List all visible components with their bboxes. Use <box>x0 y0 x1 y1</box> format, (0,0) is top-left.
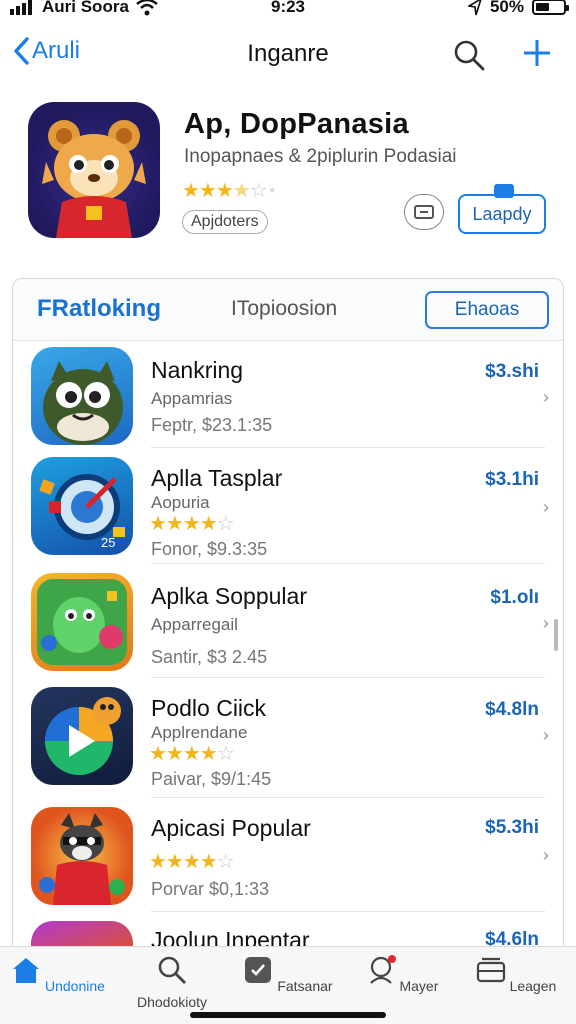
chevron-right-icon: › <box>543 845 549 865</box>
app-meta: Porvar $0,1:33 <box>151 879 270 899</box>
divider <box>151 563 545 564</box>
tab-profile[interactable]: Mayer <box>352 955 452 994</box>
app-price[interactable]: $3.1hi <box>485 469 539 491</box>
status-bar: Auri Soora 9:23 50% <box>0 0 576 20</box>
featured-app-icon[interactable] <box>28 102 160 238</box>
tab-library[interactable]: Leagen <box>466 955 566 994</box>
tab-label: Fatsanar <box>277 978 333 994</box>
app-meta: Paivar, $9/1:45 <box>151 769 272 789</box>
app-name: Aplka Soppular <box>151 583 307 609</box>
get-button-label: Laapdy <box>472 204 532 224</box>
notification-badge <box>494 184 514 198</box>
home-indicator[interactable] <box>190 1012 386 1018</box>
featured-app-subtitle: Inopapnaes & 2piplurin Podasiai <box>184 146 457 167</box>
location-icon <box>467 0 482 16</box>
app-icon-play <box>31 687 133 785</box>
add-icon[interactable] <box>520 36 554 70</box>
app-rating-stars: ★★★★☆ <box>149 513 235 535</box>
tab-label: Dhodokioty <box>136 994 208 1010</box>
app-name: Apicasi Popular <box>151 815 311 841</box>
app-price[interactable]: $1.olı <box>490 587 539 609</box>
tab-apps[interactable]: Fatsanar <box>238 955 338 994</box>
list-item[interactable]: Aplka Soppular Apparregail Santir, $3 2.… <box>13 567 563 679</box>
search-icon <box>158 956 186 984</box>
battery-icon <box>532 0 569 15</box>
app-price[interactable]: $5.3hi <box>485 817 539 839</box>
profile-icon <box>369 955 396 984</box>
app-rating-stars: ★★★★☆ <box>149 851 235 873</box>
app-category: Appamrias <box>151 389 233 408</box>
library-icon <box>476 957 505 983</box>
featured-app-title[interactable]: Ap, DopPanasia <box>184 108 409 141</box>
get-button[interactable]: Laapdy <box>458 184 546 234</box>
ranking-card: FRatloking ITopioosion Ehaoas Nankring A… <box>12 278 564 1024</box>
app-name: Aplla Tasplar <box>151 465 283 491</box>
tab-label: Leagen <box>509 978 557 994</box>
tab-label: Undonine <box>44 978 105 994</box>
tab-button[interactable]: Ehaoas <box>425 291 549 329</box>
app-icon-raccoon <box>31 807 133 905</box>
apps-icon <box>245 957 272 983</box>
app-category: Apparregail <box>151 615 238 634</box>
divider <box>151 797 545 798</box>
app-category: Aopuria <box>151 493 210 512</box>
divider <box>151 447 545 448</box>
home-icon <box>13 958 40 983</box>
navigation-bar: Aruli Inganre <box>0 28 576 80</box>
battery-percent: 50% <box>489 0 524 16</box>
app-meta: Fonor, $9.3:35 <box>151 539 268 559</box>
app-rating-stars: ★★★★☆ <box>149 743 235 765</box>
chevron-right-icon: › <box>543 613 549 633</box>
tab-search[interactable]: Dhodokioty <box>122 955 222 1010</box>
featured-badge: Apjdoters <box>182 210 268 234</box>
play-icon <box>45 697 121 775</box>
dragon-icon <box>37 579 127 665</box>
app-name: Nankring <box>151 357 244 383</box>
list-item[interactable]: 25 Aplla Tasplar Aopuria ★★★★☆ Fonor, $9… <box>13 451 563 565</box>
list-item[interactable]: Podlo Ciick Applrendane ★★★★☆ Paivar, $9… <box>13 681 563 799</box>
tab-home[interactable]: Undonine <box>8 955 108 994</box>
app-meta: Feptr, $23.1:35 <box>151 415 273 435</box>
app-icon-monster <box>31 347 133 445</box>
fox-mascot-icon <box>42 120 146 238</box>
tab-ranking[interactable]: FRatloking <box>37 295 161 323</box>
battery-fill <box>536 3 549 11</box>
featured-rating-stars: ★★★★☆ * <box>182 180 275 202</box>
app-icon-dragon <box>31 573 133 671</box>
tab-top[interactable]: ITopioosion <box>231 297 337 321</box>
chevron-right-icon: › <box>543 387 549 407</box>
app-price[interactable]: $4.8ln <box>485 699 539 721</box>
target-icon: 25 <box>39 474 125 550</box>
app-name: Podlo Ciick <box>151 695 267 721</box>
monster-icon <box>43 361 123 445</box>
raccoon-icon <box>39 813 125 905</box>
chevron-right-icon: › <box>543 497 549 517</box>
chevron-right-icon: › <box>543 725 549 745</box>
list-item[interactable]: Nankring Appamrias Feptr, $23.1:35 $3.sh… <box>13 343 563 449</box>
search-icon[interactable] <box>452 38 486 72</box>
app-meta: Santir, $3 2.45 <box>151 647 268 667</box>
list-item[interactable]: Apicasi Popular ★★★★☆ Porvar $0,1:33 $5.… <box>13 801 563 913</box>
page-title: Inganre <box>247 40 329 67</box>
status-right: 50% <box>467 0 569 17</box>
segment-tabs: FRatloking ITopioosion Ehaoas <box>13 279 563 341</box>
app-price[interactable]: $3.shi <box>485 361 539 383</box>
tab-label: Mayer <box>399 978 439 994</box>
share-icon <box>414 205 434 219</box>
share-button[interactable] <box>404 194 444 230</box>
scrollbar[interactable] <box>554 619 558 651</box>
divider <box>151 911 545 912</box>
app-category: Applrendane <box>151 723 248 742</box>
app-icon-target: 25 <box>31 457 133 555</box>
divider <box>151 677 545 678</box>
svg-text:25: 25 <box>101 535 115 550</box>
